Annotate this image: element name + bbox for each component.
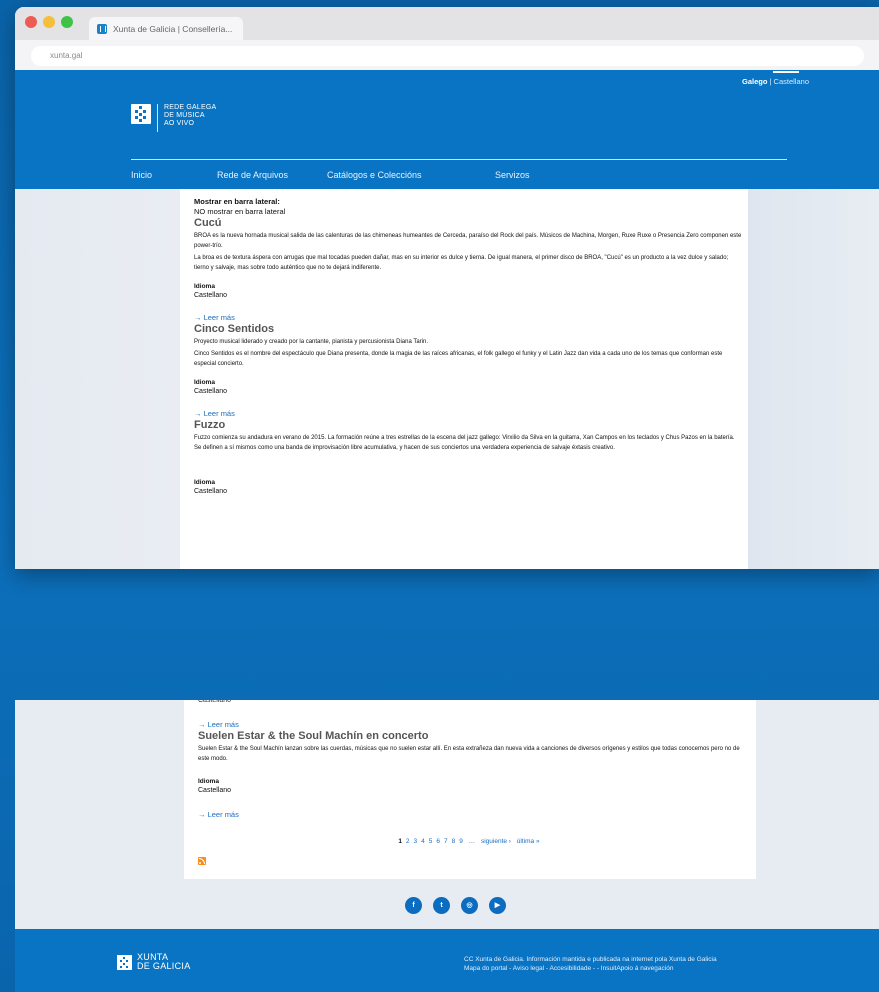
rss-feed-icon[interactable]	[198, 857, 206, 865]
address-bar[interactable]: xunta.gal	[31, 46, 864, 66]
article-title[interactable]: Cucú	[194, 217, 742, 229]
site-logo[interactable]: REDE GALEGA DE MÚSICA AO VIVO	[131, 104, 216, 132]
footer-copyright: CC Xunta de Galicia. Información mantida…	[464, 956, 717, 963]
sidebar-meta-value: NO mostrar en barra lateral	[194, 207, 286, 216]
logo-line: REDE GALEGA	[164, 104, 217, 111]
main-content: Mostrar en barra lateral: NO mostrar en …	[180, 189, 748, 569]
youtube-icon[interactable]: ▶	[489, 897, 506, 914]
article-fuzzo: Fuzzo Fuzzo comienza su andadura en vera…	[194, 419, 742, 495]
browser-chrome: Xunta de Galicia | Consellería... xunta.…	[15, 7, 879, 70]
idioma-label: Idioma	[194, 479, 215, 486]
window-controls	[25, 16, 73, 28]
article-paragraph: Suelen Estar & the Soul Machín lanzan so…	[198, 746, 740, 762]
pager-ellipsis: …	[468, 838, 476, 845]
xunta-emblem-icon	[117, 954, 132, 970]
logo-line: DE GALICIA	[137, 961, 191, 971]
idioma-value: Castellano	[198, 787, 232, 794]
browser-window-bottom: Castellano Leer más Suelen Estar & the S…	[15, 700, 879, 992]
article-paragraph: Fuzzo comienza su andadura en verano de …	[194, 435, 735, 451]
main-content-continued: Castellano Leer más Suelen Estar & the S…	[184, 700, 756, 879]
pager-page[interactable]: 4	[421, 838, 425, 845]
article-paragraph: La broa es de textura áspera con arrugas…	[194, 255, 729, 271]
idioma-value: Castellano	[194, 488, 228, 495]
article-title[interactable]: Fuzzo	[194, 419, 742, 431]
maximize-window-button[interactable]	[61, 16, 73, 28]
pager-page[interactable]: 3	[413, 838, 417, 845]
logo-divider	[157, 104, 158, 132]
pager-page[interactable]: 9	[459, 838, 463, 845]
read-more-link[interactable]: Leer más	[194, 409, 742, 418]
idioma-label: Idioma	[194, 283, 215, 290]
pager-page[interactable]: 8	[452, 838, 456, 845]
nav-item-rede-de-arquivos[interactable]: Rede de Arquivos	[217, 170, 288, 180]
idioma-value: Castellano	[194, 388, 228, 395]
read-more-link[interactable]: Leer más	[194, 313, 742, 322]
page-margin-left	[15, 189, 180, 569]
pager-page[interactable]: 2	[406, 838, 410, 845]
article-cucu: Cucú BROA es la nueva hornada musical sa…	[194, 217, 742, 322]
language-switcher: Galego | Castellano	[742, 77, 809, 86]
pager-page[interactable]: 7	[444, 838, 448, 845]
article-title[interactable]: Suelen Estar & the Soul Machín en concer…	[198, 730, 748, 742]
article-suelen-estar: Suelen Estar & the Soul Machín en concer…	[198, 730, 748, 819]
article-cinco-sentidos: Cinco Sentidos Proyecto musical liderado…	[194, 323, 742, 418]
nav-item-servizos[interactable]: Servizos	[495, 170, 530, 180]
nav-item-catalogos[interactable]: Catálogos e Coleccións	[327, 170, 422, 180]
logo-line: AO VIVO	[164, 120, 195, 127]
favicon-icon	[97, 23, 107, 34]
site-footer: XUNTA DE GALICIA CC Xunta de Galicia. In…	[15, 929, 879, 992]
twitter-icon[interactable]: t	[433, 897, 450, 914]
idioma-value: Castellano	[194, 292, 228, 299]
sidebar-meta-label: Mostrar en barra lateral:	[194, 197, 280, 206]
pager-page[interactable]: 5	[429, 838, 433, 845]
minimize-window-button[interactable]	[43, 16, 55, 28]
site-header: Galego | Castellano REDE GALEGA DE MÚSIC…	[15, 70, 879, 189]
idioma-label: Idioma	[194, 379, 215, 386]
logo-text: REDE GALEGA DE MÚSICA AO VIVO	[164, 104, 216, 128]
read-more-link[interactable]: Leer más	[198, 810, 748, 819]
pager-next[interactable]: siguiente ›	[481, 838, 511, 845]
pager-page[interactable]: 6	[436, 838, 440, 845]
article-paragraph: Cinco Sentidos es el nombre del espectác…	[194, 351, 723, 367]
logo-line: DE MÚSICA	[164, 112, 205, 119]
pagination: 1 23456789 … siguiente › última »	[184, 838, 756, 845]
idioma-label: Idioma	[198, 778, 219, 785]
galicia-emblem-icon	[131, 104, 151, 124]
page-margin-right	[748, 189, 879, 569]
lang-galego-link[interactable]: Galego	[742, 77, 767, 86]
article-paragraph: Proyecto musical liderado y creado por l…	[194, 339, 429, 345]
idioma-value-cut: Castellano	[198, 700, 232, 704]
close-window-button[interactable]	[25, 16, 37, 28]
footer-links[interactable]: Mapa do portal - Aviso legal - Accesibil…	[464, 964, 717, 973]
footer-legal: CC Xunta de Galicia. Información mantida…	[464, 955, 717, 973]
nav-item-inicio[interactable]: Inicio	[131, 170, 152, 180]
pager-current: 1	[398, 838, 403, 845]
pager-last[interactable]: última »	[517, 838, 540, 845]
xunta-logo-text: XUNTA DE GALICIA	[137, 953, 191, 971]
browser-window-top: Xunta de Galicia | Consellería... xunta.…	[15, 7, 879, 569]
article-title[interactable]: Cinco Sentidos	[194, 323, 742, 335]
social-links: f t ◎ ▶	[405, 897, 506, 914]
lang-indicator	[773, 71, 799, 73]
lang-castellano-link[interactable]: Castellano	[774, 77, 809, 86]
header-divider	[131, 159, 787, 160]
xunta-logo[interactable]: XUNTA DE GALICIA	[117, 953, 191, 971]
instagram-icon[interactable]: ◎	[461, 897, 478, 914]
browser-tab[interactable]: Xunta de Galicia | Consellería...	[89, 17, 243, 40]
tab-title: Xunta de Galicia | Consellería...	[113, 23, 233, 34]
facebook-icon[interactable]: f	[405, 897, 422, 914]
article-paragraph: BROA es la nueva hornada musical salida …	[194, 233, 742, 249]
read-more-link[interactable]: Leer más	[198, 720, 748, 729]
